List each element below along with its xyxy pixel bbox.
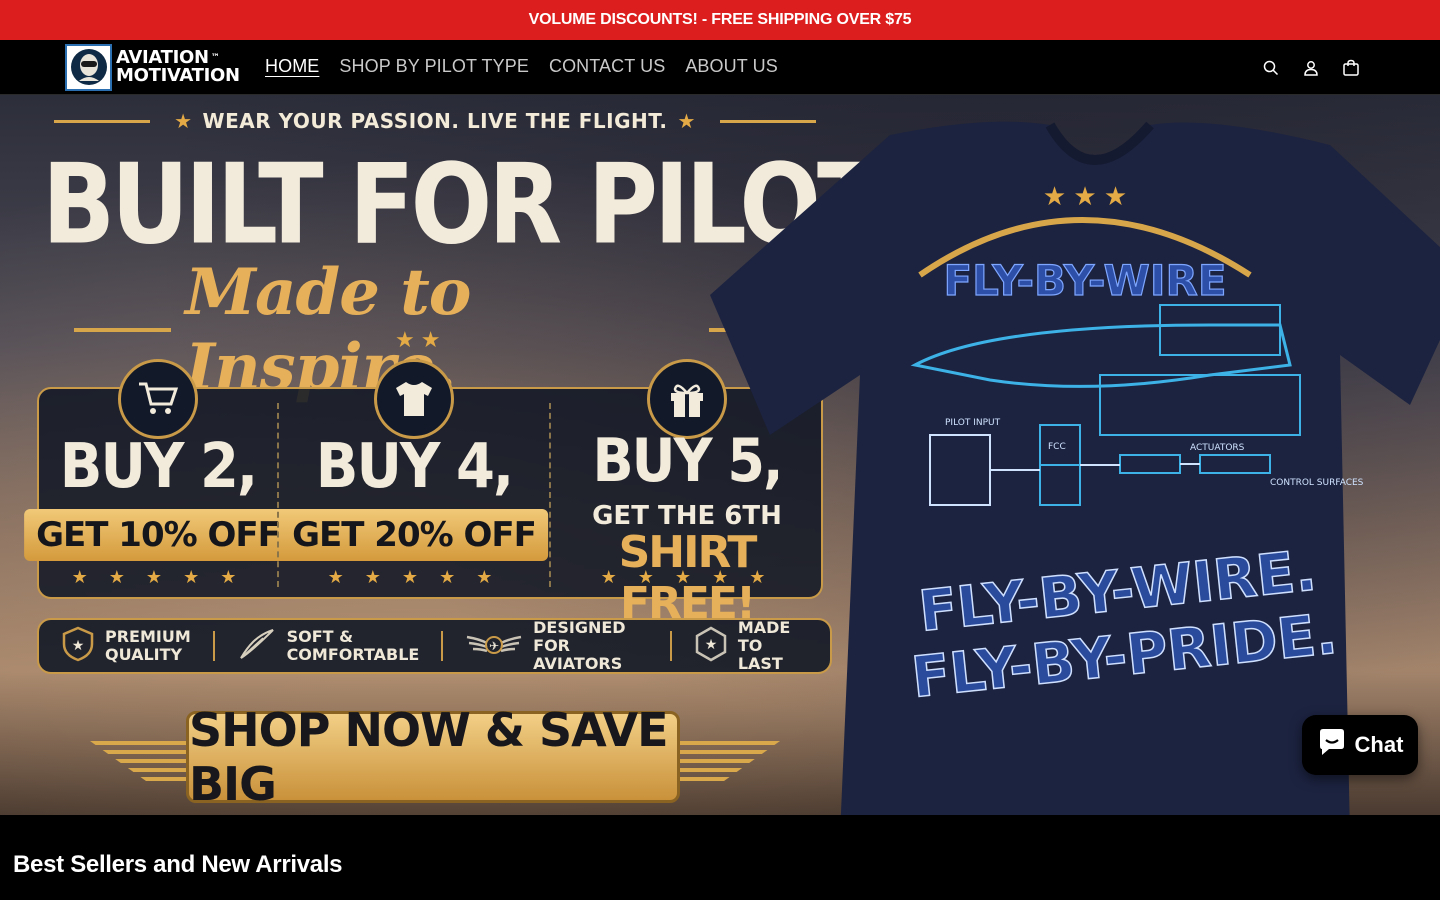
search-icon[interactable]: [1260, 57, 1282, 79]
feature-designed-for-aviators: ✈ DESIGNED FOR AVIATORS: [443, 619, 670, 673]
svg-text:PILOT INPUT: PILOT INPUT: [945, 418, 1001, 428]
tshirt-product-image: FLY-BY-WIRE ★ ★ ★ PILOT INPUT ACTUATORS …: [710, 121, 1440, 815]
svg-text:FCC: FCC: [1048, 442, 1066, 452]
main-nav: HOME SHOP BY PILOT TYPE CONTACT US ABOUT…: [265, 56, 778, 77]
svg-text:✈: ✈: [489, 639, 499, 653]
cart-icon: [118, 359, 198, 439]
shop-now-cta[interactable]: SHOP NOW & SAVE BIG: [90, 703, 780, 811]
account-icon[interactable]: [1300, 57, 1322, 79]
wings-icon: ✈: [465, 629, 523, 663]
logo-wordmark: AVIATION ™ MOTIVATION: [116, 47, 240, 86]
announcement-text: VOLUME DISCOUNTS! - FREE SHIPPING OVER $…: [528, 11, 912, 28]
section-title: Best Sellers and New Arrivals: [13, 851, 343, 878]
announcement-bar: VOLUME DISCOUNTS! - FREE SHIPPING OVER $…: [0, 0, 1440, 40]
nav-shop-by-pilot-type[interactable]: SHOP BY PILOT TYPE: [339, 56, 529, 77]
star-shield-icon: ★: [61, 626, 95, 666]
nav-about-us[interactable]: ABOUT US: [685, 56, 778, 77]
feather-icon: [237, 628, 277, 664]
chat-label: Chat: [1354, 732, 1404, 757]
cart-icon[interactable]: [1340, 57, 1362, 79]
hero-banner[interactable]: ★ WEAR YOUR PASSION. LIVE THE FLIGHT. ★ …: [0, 95, 1440, 815]
tshirt-icon: [374, 359, 454, 439]
offer-buy-2: BUY 2, GET 10% OFF ★ ★ ★ ★ ★: [24, 359, 292, 601]
svg-text:CONTROL SURFACES: CONTROL SURFACES: [1270, 478, 1364, 488]
nav-home[interactable]: HOME: [265, 56, 319, 77]
feature-soft-comfortable: SOFT & COMFORTABLE: [215, 628, 442, 664]
svg-text:ACTUATORS: ACTUATORS: [1190, 443, 1245, 453]
site-logo[interactable]: AVIATION ™ MOTIVATION: [65, 43, 243, 91]
star-icon: ★ ★ ★: [1043, 181, 1127, 211]
header-icons: [1260, 57, 1362, 79]
chat-button[interactable]: Chat: [1302, 715, 1418, 775]
site-header: AVIATION ™ MOTIVATION HOME SHOP BY PILOT …: [0, 40, 1440, 95]
chat-bubble-icon: [1317, 727, 1347, 763]
shirt-arc-title: FLY-BY-WIRE: [943, 256, 1226, 305]
star-icon: ★: [174, 109, 193, 133]
svg-text:★: ★: [72, 638, 85, 654]
feature-premium-quality: ★ PREMIUM QUALITY: [39, 626, 213, 666]
logo-pilot-icon: [65, 43, 112, 91]
decorative-stars: ★★: [395, 327, 447, 352]
shop-now-button[interactable]: SHOP NOW & SAVE BIG: [186, 703, 680, 811]
nav-contact-us[interactable]: CONTACT US: [549, 56, 665, 77]
offer-buy-4: BUY 4, GET 20% OFF ★ ★ ★ ★ ★: [279, 359, 549, 601]
